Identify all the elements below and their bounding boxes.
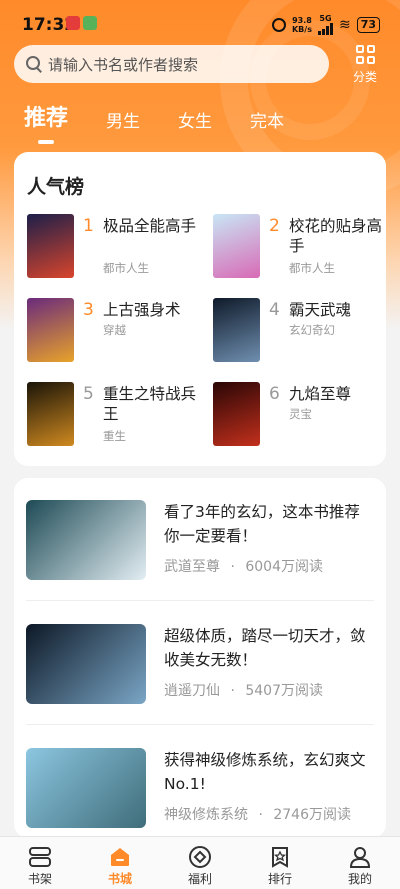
tab-male[interactable]: 男生: [106, 107, 140, 144]
rank-number: 4: [269, 300, 280, 320]
net-speed: 93.8 KB/s: [292, 16, 312, 34]
rank-item[interactable]: 3 上古强身术 穿越: [27, 298, 207, 364]
welfare-icon: [160, 844, 240, 870]
feed-book-name: 逍遥刀仙: [164, 683, 220, 699]
ranking-icon: [240, 844, 320, 870]
rank-item[interactable]: 6 九焰至尊 灵宝: [213, 382, 393, 448]
category-label: 分类: [352, 70, 377, 84]
nav-ranking[interactable]: 排行: [240, 837, 320, 889]
book-title: 霸天武魂: [289, 301, 352, 319]
nav-label: 福利: [187, 872, 212, 886]
feed-thumbnail: [26, 748, 146, 828]
signal-bars-icon: [317, 23, 333, 35]
nav-bookshelf[interactable]: 书架: [0, 837, 80, 889]
meta-separator: ·: [230, 683, 235, 699]
search-placeholder: 请输入书名或作者搜索: [48, 55, 199, 74]
recommend-feed: 看了3年的玄幻，这本书推荐你一定要看！ 武道至尊 · 6004万阅读 超级体质，…: [14, 478, 386, 838]
feed-headline: 超级体质，踏尽一切天才，敛收美女无数！: [164, 627, 366, 669]
feed-read-count: 5407万阅读: [245, 683, 323, 699]
alarm-icon: [271, 17, 286, 32]
divider: [26, 724, 374, 725]
rank-number: 2: [269, 216, 280, 236]
nav-bookstore[interactable]: 书城: [80, 837, 160, 889]
tab-female[interactable]: 女生: [178, 107, 212, 144]
book-genre: 穿越: [103, 323, 126, 337]
book-cover: [213, 382, 260, 446]
feed-meta: 逍遥刀仙 · 5407万阅读: [164, 680, 323, 700]
rank-item[interactable]: 1 极品全能高手 都市人生: [27, 214, 207, 280]
book-genre: 都市人生: [103, 261, 149, 275]
signal-indicator: 5G: [317, 14, 333, 35]
feed-item[interactable]: 看了3年的玄幻，这本书推荐你一定要看！ 武道至尊 · 6004万阅读: [26, 500, 376, 610]
feed-thumbnail: [26, 624, 146, 704]
feed-book-name: 武道至尊: [164, 559, 220, 575]
book-title: 重生之特战兵王: [103, 385, 197, 423]
signal-label: 5G: [319, 14, 332, 23]
net-speed-unit: KB/s: [291, 24, 312, 34]
feed-book-name: 神级修炼系统: [164, 807, 248, 823]
book-genre: 玄幻奇幻: [289, 323, 335, 337]
feed-item[interactable]: 获得神级修炼系统，玄幻爽文No.1! 神级修炼系统 · 2746万阅读: [26, 748, 376, 838]
feed-read-count: 6004万阅读: [245, 559, 323, 575]
book-genre: 都市人生: [289, 261, 335, 275]
bottom-nav: 书架 书城 福利 排行 我的: [0, 836, 400, 889]
status-bar: 17:32 93.8 KB/s 5G ≋ 73: [0, 0, 400, 48]
book-cover: [27, 382, 74, 446]
rank-item[interactable]: 4 霸天武魂 玄幻奇幻: [213, 298, 393, 364]
nav-label: 书城: [107, 872, 132, 886]
book-cover: [27, 214, 74, 278]
bookstore-icon: [80, 844, 160, 870]
rank-number: 3: [83, 300, 94, 320]
rank-number: 6: [269, 384, 280, 404]
popular-ranking-card: 人气榜 1 极品全能高手 都市人生 2 校花的贴身高手 都市人生 3 上古强身术…: [14, 152, 386, 466]
rank-item[interactable]: 2 校花的贴身高手 都市人生: [213, 214, 393, 280]
book-title: 上古强身术: [103, 301, 181, 319]
book-genre: 灵宝: [289, 407, 312, 421]
divider: [26, 600, 374, 601]
feed-headline: 看了3年的玄幻，这本书推荐你一定要看！: [164, 503, 360, 545]
wifi-icon: ≋: [338, 16, 351, 33]
rank-number: 5: [83, 384, 94, 404]
bookshelf-icon: [0, 844, 80, 870]
book-title: 极品全能高手: [103, 217, 197, 235]
rank-number: 1: [83, 216, 94, 236]
meta-separator: ·: [230, 559, 235, 575]
category-grid-icon: [348, 45, 382, 64]
category-button[interactable]: 分类: [348, 45, 382, 85]
meta-separator: ·: [258, 807, 263, 823]
nav-welfare[interactable]: 福利: [160, 837, 240, 889]
feed-headline: 获得神级修炼系统，玄幻爽文No.1!: [164, 751, 366, 793]
nav-label: 排行: [267, 872, 292, 886]
search-bar[interactable]: 请输入书名或作者搜索: [14, 45, 329, 83]
nav-label: 我的: [347, 872, 372, 886]
tab-completed[interactable]: 完本: [250, 107, 284, 144]
book-cover: [213, 298, 260, 362]
battery-level: 73: [360, 17, 376, 31]
feed-meta: 神级修炼系统 · 2746万阅读: [164, 804, 351, 824]
nav-profile[interactable]: 我的: [320, 837, 400, 889]
feed-thumbnail: [26, 500, 146, 580]
wechat-app-icon: [83, 16, 97, 30]
tab-recommend[interactable]: 推荐: [24, 100, 68, 144]
feed-item[interactable]: 超级体质，踏尽一切天才，敛收美女无数！ 逍遥刀仙 · 5407万阅读: [26, 624, 376, 734]
rank-item[interactable]: 5 重生之特战兵王 重生: [27, 382, 207, 448]
channel-tabs: 推荐 男生 女生 完本: [24, 100, 322, 144]
popular-title: 人气榜: [27, 176, 85, 198]
book-title: 九焰至尊: [289, 385, 352, 403]
book-title: 校花的贴身高手: [289, 217, 383, 255]
book-cover: [213, 214, 260, 278]
book-cover: [27, 298, 74, 362]
feed-meta: 武道至尊 · 6004万阅读: [164, 556, 323, 576]
feed-read-count: 2746万阅读: [273, 807, 351, 823]
net-speed-value: 93.8: [292, 15, 312, 25]
netease-app-icon: [66, 16, 80, 30]
profile-icon: [320, 844, 400, 870]
nav-label: 书架: [27, 872, 52, 886]
book-genre: 重生: [103, 429, 126, 443]
search-icon: [26, 56, 42, 72]
battery-icon: 73: [356, 16, 380, 33]
